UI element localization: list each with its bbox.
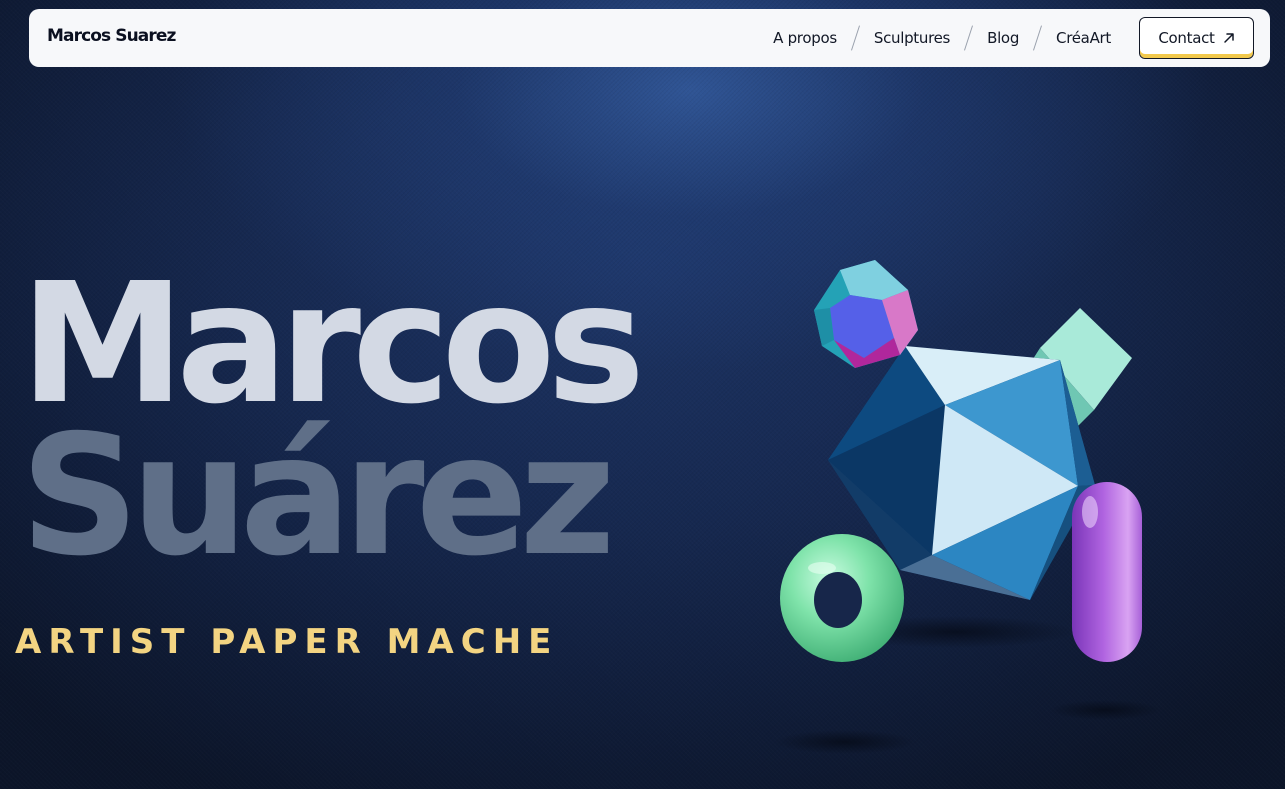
nav-link-blog[interactable]: Blog	[987, 29, 1019, 47]
contact-button[interactable]: Contact	[1139, 17, 1254, 59]
shape-shadow	[775, 730, 915, 754]
shape-shadow	[1050, 700, 1160, 720]
arrow-up-right-icon	[1223, 33, 1234, 43]
nav-separator	[1033, 25, 1043, 51]
nav-link-a-propos[interactable]: A propos	[773, 29, 837, 47]
nav-separator	[964, 25, 974, 51]
nav-link-creaart[interactable]: CréaArt	[1056, 29, 1111, 47]
top-navigation-bar: Marcos Suarez A propos Sculptures Blog C…	[29, 9, 1270, 67]
torus-shape	[780, 534, 904, 662]
contact-button-label: Contact	[1158, 29, 1215, 47]
nav-link-sculptures[interactable]: Sculptures	[874, 29, 951, 47]
hero-tagline: ARTIST PAPER MACHE	[15, 622, 559, 662]
hero-last-name: Suárez	[20, 400, 616, 593]
primary-nav: A propos Sculptures Blog CréaArt Contact	[773, 17, 1254, 59]
brand-logo-link[interactable]: Marcos Suarez	[47, 26, 176, 46]
nav-separator	[850, 25, 860, 51]
hero-3d-shapes-illustration	[775, 260, 1160, 754]
pill-capsule-shape	[1072, 482, 1142, 662]
